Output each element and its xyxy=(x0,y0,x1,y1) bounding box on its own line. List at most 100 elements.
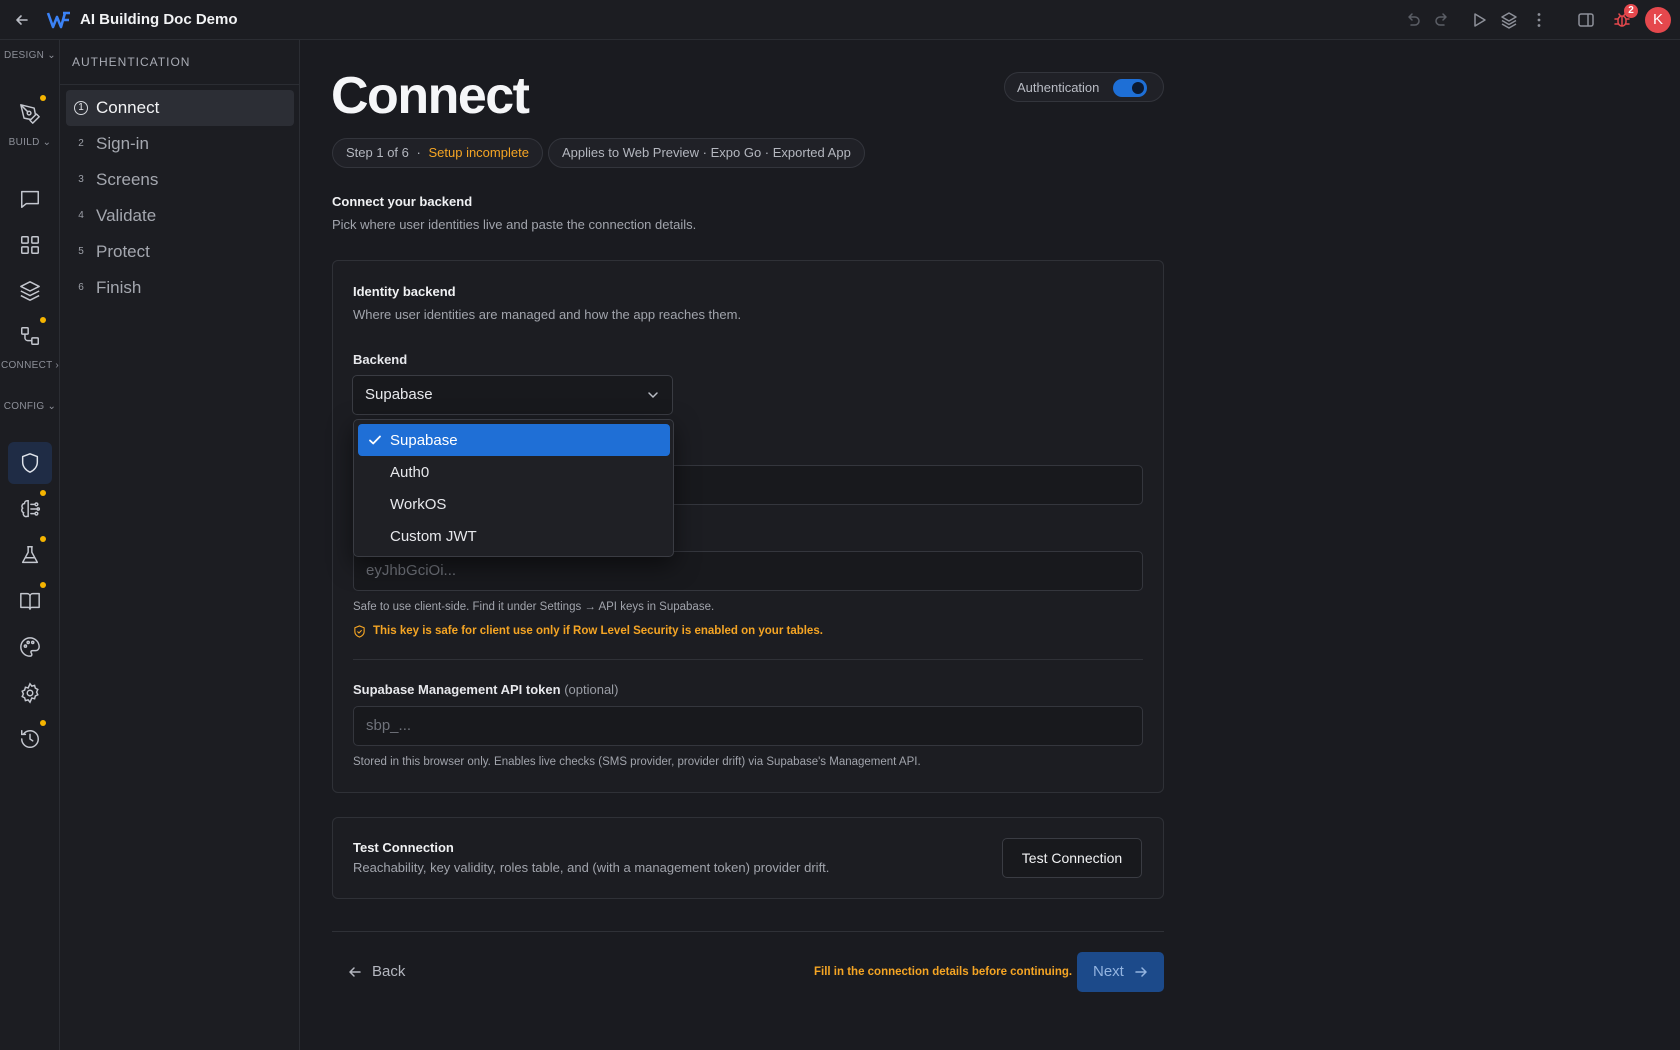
toggle-switch[interactable] xyxy=(1113,79,1147,97)
step-label: Connect xyxy=(96,98,160,117)
rail-docs-button[interactable] xyxy=(8,580,52,622)
arrow-left-icon xyxy=(349,967,361,977)
rail-design-button[interactable] xyxy=(8,93,52,135)
rail-history-button[interactable] xyxy=(8,718,52,760)
book-icon xyxy=(20,592,40,610)
gear-icon xyxy=(21,682,39,704)
step-number: 2 xyxy=(78,138,84,149)
card-title: Identity backend xyxy=(353,284,456,299)
step-screens[interactable]: 3 Screens xyxy=(66,162,294,198)
check-icon xyxy=(369,435,381,445)
rail-settings-button[interactable] xyxy=(8,672,52,714)
history-icon xyxy=(21,730,39,748)
test-connection-title: Test Connection xyxy=(353,840,454,855)
test-connection-button[interactable]: Test Connection xyxy=(1002,838,1142,878)
authentication-toggle[interactable]: Authentication xyxy=(1004,72,1164,102)
test-connection-subtitle: Reachability, key validity, roles table,… xyxy=(353,860,830,875)
section-subtitle: Pick where user identities live and past… xyxy=(332,217,697,232)
step-label: Sign-in xyxy=(96,134,149,153)
option-workos[interactable]: WorkOS xyxy=(358,488,670,520)
steps-sidebar: AUTHENTICATION 1 Connect 2 Sign-in 3 Scr… xyxy=(60,40,300,1050)
rail-components-button[interactable] xyxy=(8,224,52,266)
backend-select[interactable]: Supabase xyxy=(352,375,673,415)
rail-section-design[interactable]: DESIGN ⌄ xyxy=(0,50,60,61)
step-number: 1 xyxy=(74,101,88,115)
divider xyxy=(353,659,1143,660)
back-label: Back xyxy=(372,963,406,980)
card-subtitle: Where user identities are managed and ho… xyxy=(353,307,742,322)
toggle-label: Authentication xyxy=(1017,80,1100,95)
icon-rail: DESIGN ⌄ BUILD ⌄ CONNECT › CONFIG ⌄ xyxy=(0,40,60,1050)
step-number: 3 xyxy=(78,174,84,185)
applies-pill: Applies to Web Preview · Expo Go · Expor… xyxy=(548,138,865,168)
step-protect[interactable]: 5 Protect xyxy=(66,234,294,270)
management-token-input[interactable]: sbp_... xyxy=(353,706,1143,746)
rail-theme-button[interactable] xyxy=(8,626,52,668)
status-dot xyxy=(40,536,46,542)
continue-warning: Fill in the connection details before co… xyxy=(814,966,1073,978)
status-dot xyxy=(40,490,46,496)
chat-icon xyxy=(21,190,39,208)
anon-key-placeholder: eyJhbGciOi... xyxy=(366,562,457,579)
redo-icon[interactable] xyxy=(1432,10,1452,30)
rail-tests-button[interactable] xyxy=(8,534,52,576)
step-connect[interactable]: 1 Connect xyxy=(66,90,294,126)
page-title: Connect xyxy=(331,67,530,125)
shield-icon xyxy=(21,453,39,473)
step-label: Validate xyxy=(96,206,157,225)
undo-icon[interactable] xyxy=(1403,10,1423,30)
step-finish[interactable]: 6 Finish xyxy=(66,270,294,306)
rail-chat-button[interactable] xyxy=(8,178,52,220)
section-title: Connect your backend xyxy=(332,194,473,209)
pen-tool-icon xyxy=(20,104,40,124)
token-placeholder: sbp_... xyxy=(366,717,412,734)
step-sign-in[interactable]: 2 Sign-in xyxy=(66,126,294,162)
divider xyxy=(332,931,1164,932)
step-counter: Step 1 of 6 xyxy=(346,145,409,160)
option-supabase[interactable]: Supabase xyxy=(358,424,670,456)
rls-warning-text: This key is safe for client use only if … xyxy=(373,625,823,637)
palette-icon xyxy=(20,637,40,657)
option-custom-jwt[interactable]: Custom JWT xyxy=(358,520,670,552)
grid-icon xyxy=(21,236,39,254)
play-icon[interactable] xyxy=(1469,10,1489,30)
layers-icon[interactable] xyxy=(1499,10,1519,30)
layers-icon xyxy=(20,281,40,301)
token-label: Supabase Management API token (optional) xyxy=(353,682,619,697)
rail-auth-button[interactable] xyxy=(8,442,52,484)
toggle-knob xyxy=(1132,82,1144,94)
step-label: Finish xyxy=(96,278,142,297)
status-dot xyxy=(40,95,46,101)
status-dot xyxy=(40,720,46,726)
back-arrow-icon[interactable] xyxy=(12,10,32,30)
panel-toggle-icon[interactable] xyxy=(1576,10,1596,30)
rail-section-build[interactable]: BUILD ⌄ xyxy=(0,137,60,148)
rail-ai-button[interactable] xyxy=(8,488,52,530)
divider xyxy=(60,84,299,85)
step-label: Screens xyxy=(96,170,159,189)
separator: · xyxy=(416,145,421,160)
next-button[interactable]: Next xyxy=(1077,952,1164,992)
steps-heading: AUTHENTICATION xyxy=(72,55,191,69)
step-number: 5 xyxy=(78,246,84,257)
optional-tag: (optional) xyxy=(564,682,619,697)
backend-value: Supabase xyxy=(365,386,433,403)
status-pill: Step 1 of 6 · Setup incomplete xyxy=(332,138,543,168)
app-title: AI Building Doc Demo xyxy=(80,11,238,28)
rail-section-connect[interactable]: CONNECT › xyxy=(0,360,60,371)
step-label: Protect xyxy=(96,242,150,261)
step-validate[interactable]: 4 Validate xyxy=(66,198,294,234)
backend-dropdown: Supabase Auth0 WorkOS Custom JWT xyxy=(353,419,674,557)
rail-section-config[interactable]: CONFIG ⌄ xyxy=(0,401,60,412)
avatar[interactable]: K xyxy=(1645,7,1671,33)
more-vertical-icon[interactable] xyxy=(1529,10,1549,30)
next-label: Next xyxy=(1093,963,1124,980)
back-button[interactable]: Back xyxy=(348,960,408,984)
flask-icon xyxy=(21,546,39,564)
anon-key-hint: Safe to use client-side. Find it under S… xyxy=(353,601,715,613)
rail-flow-button[interactable] xyxy=(8,315,52,357)
rail-layers-button[interactable] xyxy=(8,270,52,312)
option-auth0[interactable]: Auth0 xyxy=(358,456,670,488)
status-dot xyxy=(40,582,46,588)
anon-key-input[interactable]: eyJhbGciOi... xyxy=(353,551,1143,591)
